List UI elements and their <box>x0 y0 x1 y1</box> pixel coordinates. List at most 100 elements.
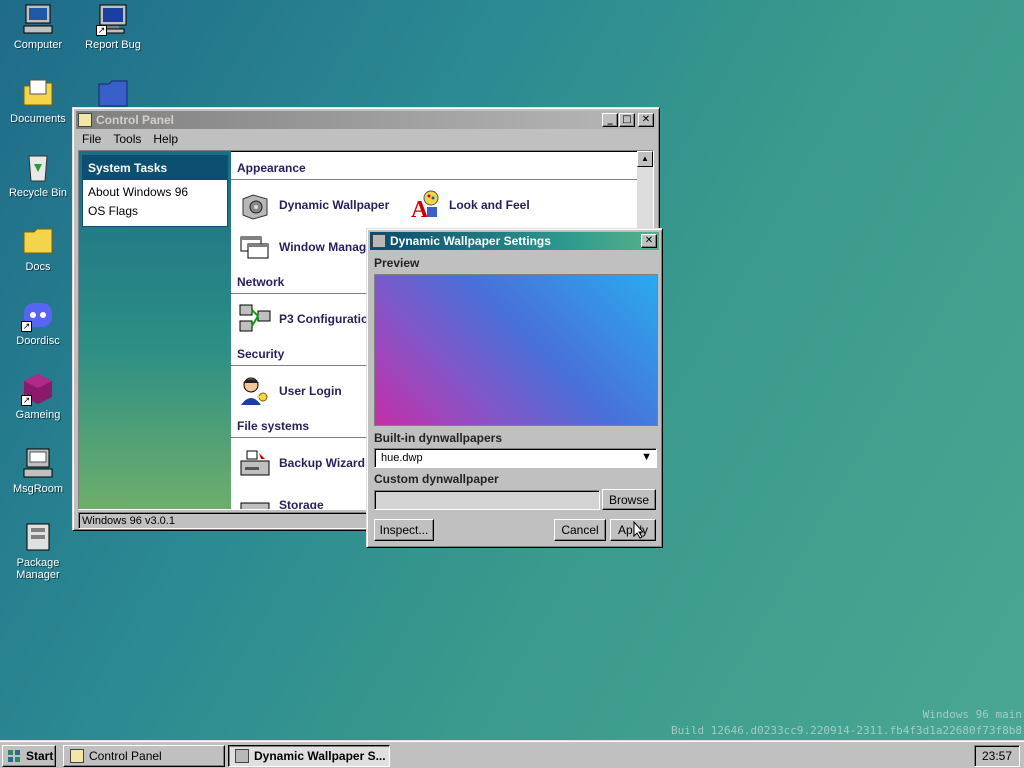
custom-wallpaper-field[interactable] <box>374 490 600 510</box>
shortcut-arrow-icon: ↗ <box>21 321 32 332</box>
desktop-icon-label: Recycle Bin <box>8 187 68 199</box>
desktop-icon-recycle-bin[interactable]: Recycle Bin <box>0 150 76 199</box>
discord-icon: ↗ <box>21 298 55 332</box>
desktop-icon-label: Computer <box>13 39 63 51</box>
close-button[interactable]: ✕ <box>641 234 657 248</box>
system-tasks-panel: System Tasks About Windows 96 OS Flags <box>82 155 228 227</box>
speaker-icon <box>239 189 271 221</box>
minimize-button[interactable]: _ <box>602 113 618 127</box>
computer-icon <box>21 2 55 36</box>
desktop-icon-computer[interactable]: Computer <box>0 2 76 51</box>
cancel-button[interactable]: Cancel <box>554 519 606 541</box>
desktop-icon-package-manager[interactable]: Package Manager <box>0 520 76 581</box>
item-label: P3 Configuratio <box>279 312 369 326</box>
system-tasks-heading: System Tasks <box>83 156 227 180</box>
mouse-cursor-icon <box>633 521 645 539</box>
item-label: Backup Wizard <box>279 456 365 470</box>
section-network: Network <box>237 275 285 289</box>
section-security: Security <box>237 347 285 361</box>
paint-palette-icon: A <box>409 189 441 223</box>
item-label: Dynamic Wallpaper <box>279 198 390 212</box>
status-bar: Windows 96 v3.0.1 <box>78 512 378 529</box>
section-divider <box>231 179 639 181</box>
desktop-icon-label: Doordisc <box>16 335 60 347</box>
desktop-icon-doordisc[interactable]: ↗ Doordisc <box>0 298 76 347</box>
desktop-icon-label: Gameing <box>15 409 61 421</box>
user-key-icon <box>239 375 271 407</box>
folder-icon <box>21 224 55 258</box>
monitor-icon: ↗ <box>96 2 130 36</box>
task-label: Control Panel <box>89 749 162 763</box>
maximize-button[interactable]: □ <box>619 113 635 127</box>
browse-button[interactable]: Browse <box>602 489 656 510</box>
section-file-systems: File systems <box>237 419 310 433</box>
control-panel-icon <box>78 113 92 127</box>
menu-help[interactable]: Help <box>153 132 178 146</box>
item-label: Window Manag <box>279 240 367 254</box>
desktop-icon-gameing[interactable]: ↗ Gameing <box>0 372 76 421</box>
item-look-and-feel[interactable]: A Look and Feel <box>409 189 530 223</box>
task-label: Dynamic Wallpaper S... <box>254 749 386 763</box>
desktop-icon-documents[interactable]: Documents <box>0 76 76 125</box>
wallpaper-preview <box>374 274 658 426</box>
speaker-icon <box>235 749 249 763</box>
desktop-icon-label: Report Bug <box>85 39 141 51</box>
close-button[interactable]: ✕ <box>638 113 654 127</box>
item-storage[interactable]: Storage <box>239 489 324 510</box>
taskbar-control-panel[interactable]: Control Panel <box>63 745 225 767</box>
item-dynamic-wallpaper[interactable]: Dynamic Wallpaper <box>239 189 389 221</box>
clock: 23:57 <box>974 745 1020 767</box>
desktop-icon-docs[interactable]: Docs <box>0 224 76 273</box>
builtin-wallpaper-select[interactable]: hue.dwp ▼ <box>374 448 657 468</box>
inspect-button[interactable]: Inspect... <box>374 519 434 541</box>
item-user-login[interactable]: User Login <box>239 375 342 407</box>
select-value: hue.dwp <box>381 452 423 464</box>
folder-documents-icon <box>21 76 55 110</box>
item-window-manager[interactable]: Window Manag <box>239 231 366 263</box>
recycle-bin-icon <box>21 150 55 184</box>
control-panel-icon <box>70 749 84 763</box>
desktop-icon-msgroom[interactable]: MsgRoom <box>0 446 76 495</box>
sidebar: System Tasks About Windows 96 OS Flags <box>79 151 231 509</box>
package-icon <box>21 520 55 554</box>
control-panel-titlebar[interactable]: Control Panel _ □ ✕ <box>76 111 656 129</box>
item-label: Look and Feel <box>449 198 530 212</box>
window-title: Control Panel <box>96 113 175 127</box>
message-room-icon <box>21 446 55 480</box>
taskbar: Start Control Panel Dynamic Wallpaper S.… <box>0 740 1024 768</box>
desktop-icon-report-bug[interactable]: ↗ Report Bug <box>75 2 151 51</box>
dynamic-wallpaper-dialog[interactable]: Dynamic Wallpaper Settings ✕ Preview Bui… <box>366 228 663 548</box>
speaker-icon <box>372 234 386 248</box>
preview-label: Preview <box>374 256 420 270</box>
menu-file[interactable]: File <box>82 132 101 146</box>
game-cube-icon: ↗ <box>21 372 55 406</box>
desktop-icon-label: MsgRoom <box>12 483 64 495</box>
windows-stack-icon <box>239 231 271 263</box>
item-p3-configuration[interactable]: P3 Configuratio <box>239 303 368 335</box>
dialog-titlebar[interactable]: Dynamic Wallpaper Settings ✕ <box>370 232 659 250</box>
item-label: User Login <box>279 384 342 398</box>
shortcut-arrow-icon: ↗ <box>96 25 107 36</box>
start-label: Start <box>26 749 54 763</box>
chevron-down-icon[interactable]: ▼ <box>641 451 652 463</box>
storage-drive-icon <box>239 489 271 509</box>
task-about-windows[interactable]: About Windows 96 <box>83 180 227 201</box>
desktop-icon-label: Docs <box>25 261 51 273</box>
section-appearance: Appearance <box>237 161 306 175</box>
network-computers-icon <box>239 303 271 335</box>
start-button[interactable]: Start <box>2 745 56 767</box>
blue-folder-icon <box>96 76 130 110</box>
desktop-icon-label: Package Manager <box>16 557 60 581</box>
shortcut-arrow-icon: ↗ <box>21 395 32 406</box>
item-label: Storage <box>279 498 324 510</box>
dialog-title: Dynamic Wallpaper Settings <box>390 234 551 248</box>
build-watermark-line1: Windows 96 main <box>922 708 1022 721</box>
custom-label: Custom dynwallpaper <box>374 472 499 486</box>
item-backup-wizard[interactable]: Backup Wizard <box>239 447 365 479</box>
taskbar-dynamic-wallpaper[interactable]: Dynamic Wallpaper S... <box>228 745 390 767</box>
menu-tools[interactable]: Tools <box>113 132 141 146</box>
desktop-icon-label: Documents <box>10 113 66 125</box>
build-watermark-line2: Build 12646.d0233cc9.220914-2311.fb4f3d1… <box>671 724 1022 737</box>
task-os-flags[interactable]: OS Flags <box>83 201 227 220</box>
scroll-up-arrow-icon[interactable]: ▲ <box>637 151 653 167</box>
